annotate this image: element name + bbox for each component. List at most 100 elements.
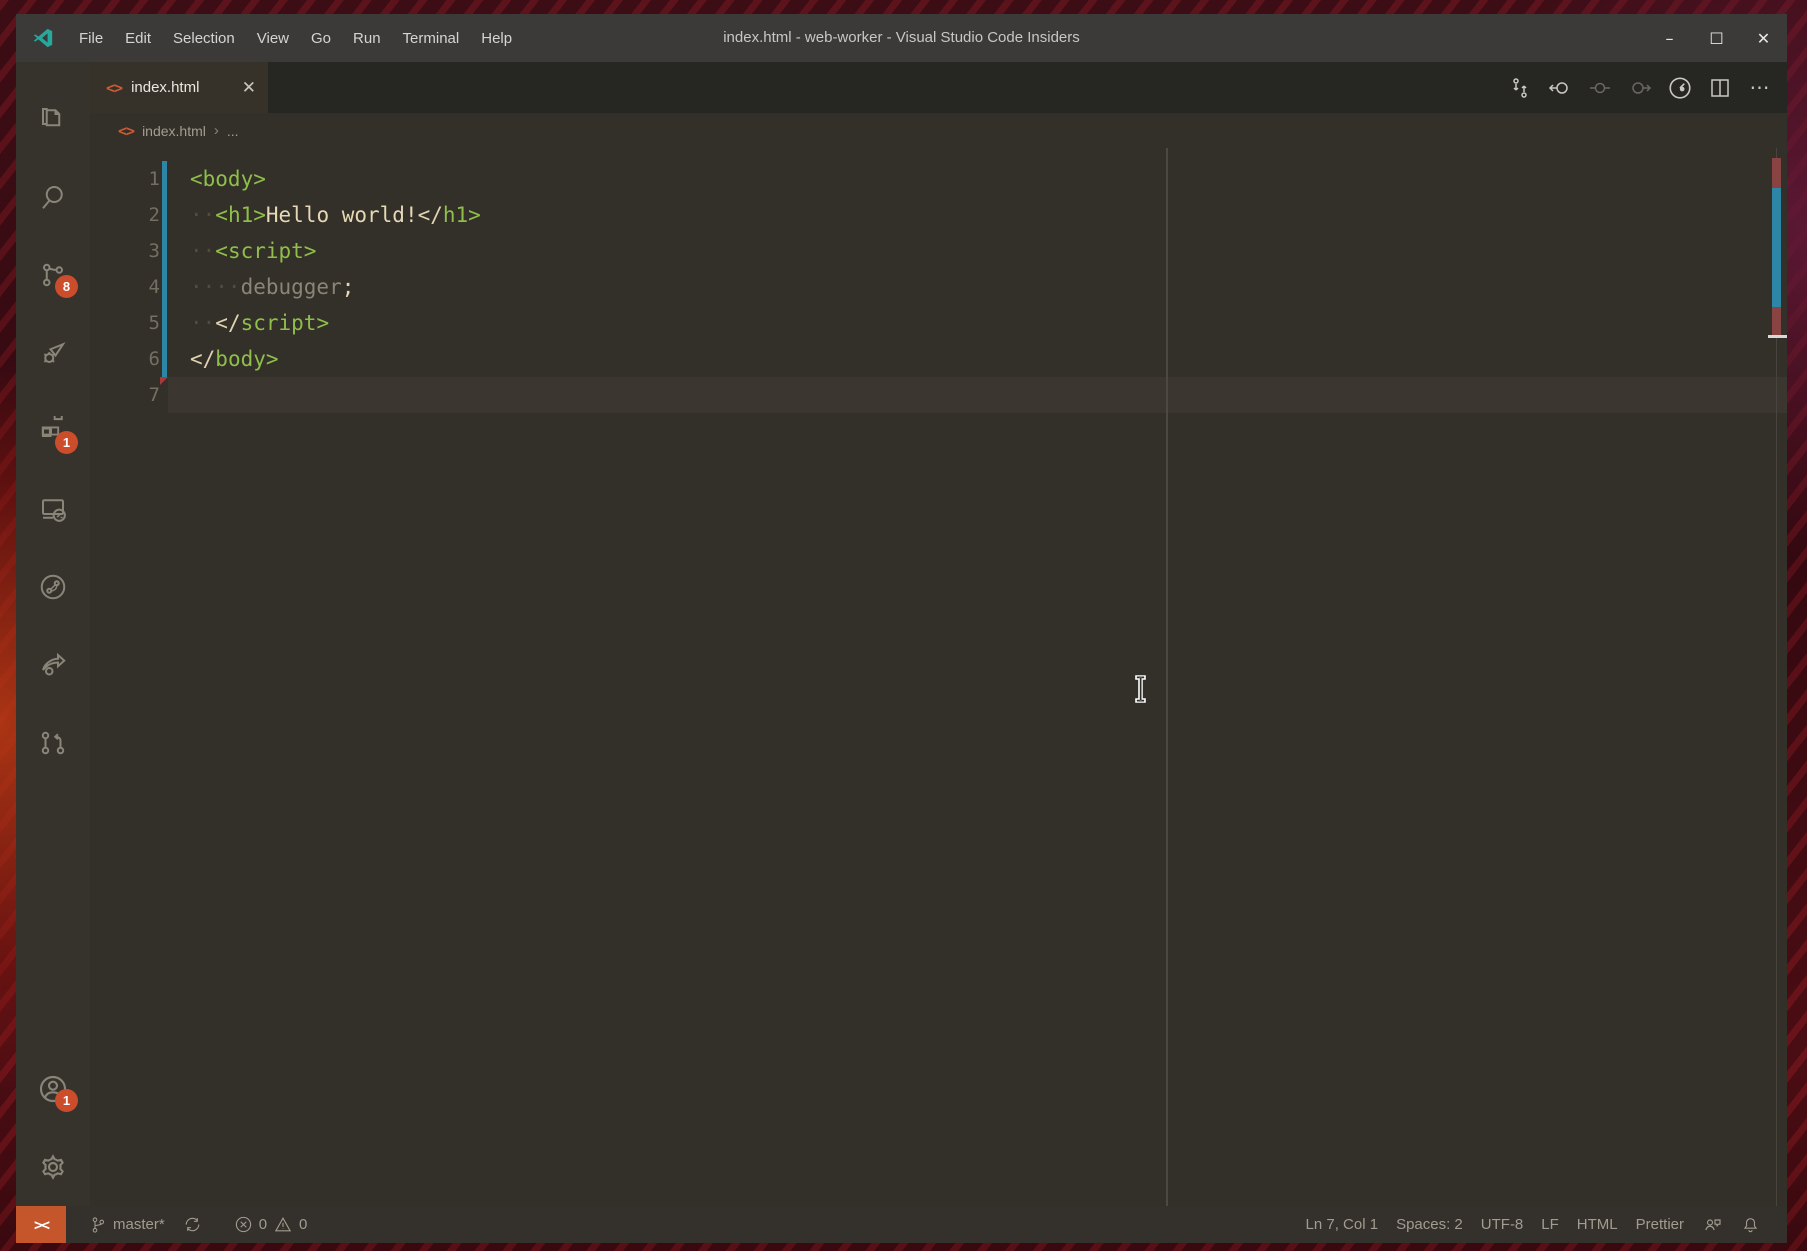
extensions-badge: 1 (55, 431, 78, 454)
status-prettier[interactable]: Prettier (1627, 1206, 1693, 1243)
feedback-icon (1702, 1215, 1723, 1235)
settings-gear-icon[interactable] (16, 1128, 90, 1206)
line-number: 4 (90, 269, 160, 305)
menu-terminal[interactable]: Terminal (392, 24, 471, 53)
overview-deleted-marker (1772, 307, 1781, 335)
status-html[interactable]: HTML (1568, 1206, 1627, 1243)
menu-go[interactable]: Go (300, 24, 342, 53)
feedback-icon-item[interactable] (1693, 1206, 1732, 1243)
tab-close-icon[interactable]: ✕ (242, 78, 256, 98)
status-ln-7-col-1[interactable]: Ln 7, Col 1 (1297, 1206, 1388, 1243)
status-bar: >< master* 0 0 Ln (16, 1206, 1787, 1243)
status-spaces-2[interactable]: Spaces: 2 (1387, 1206, 1472, 1243)
overview-deleted-marker (1772, 158, 1781, 188)
code-editor[interactable]: 1<body>2··<h1>Hello world!</h1>3··<scrip… (90, 148, 1787, 1206)
status-lf[interactable]: LF (1532, 1206, 1568, 1243)
vscode-insiders-logo (32, 27, 54, 49)
window-controls: – ☐ ✕ (1646, 14, 1787, 62)
tab-bar: <> index.html ✕ (90, 62, 1787, 113)
git-graph-icon[interactable] (16, 548, 90, 626)
minimize-button[interactable]: – (1646, 14, 1693, 62)
chevron-right-icon: › (214, 122, 219, 139)
title-bar: FileEditSelectionViewGoRunTerminalHelp i… (16, 14, 1787, 62)
column-ruler (1166, 148, 1168, 1206)
warning-icon (273, 1215, 293, 1234)
line-number: 2 (90, 197, 160, 233)
overview-modified-marker (1772, 188, 1781, 307)
extensions-icon[interactable]: 1 (16, 392, 90, 470)
menu-run[interactable]: Run (342, 24, 392, 53)
overview-ruler[interactable] (1768, 148, 1787, 1206)
code-line[interactable]: 5··</script> (90, 305, 1787, 341)
git-branch-status[interactable]: master* (80, 1206, 174, 1243)
mouse-ibeam-cursor (1132, 674, 1150, 704)
line-text: ··<h1>Hello world!</h1> (160, 197, 481, 233)
code-line[interactable]: 1<body> (90, 161, 1787, 197)
menu-help[interactable]: Help (470, 24, 523, 53)
remote-explorer-icon[interactable] (16, 470, 90, 548)
html-file-icon: <> (118, 122, 134, 140)
remote-glyph-icon: >< (34, 1216, 48, 1234)
open-changes-icon[interactable] (1507, 75, 1533, 101)
more-actions-icon[interactable]: ⋯ (1747, 75, 1773, 101)
source-control-badge: 8 (55, 275, 78, 298)
code-lines: 1<body>2··<h1>Hello world!</h1>3··<scrip… (90, 161, 1787, 413)
search-icon[interactable] (16, 158, 90, 236)
line-text: </body> (160, 341, 279, 377)
code-line[interactable]: 7 (90, 377, 1787, 413)
window-title: index.html - web-worker - Visual Studio … (723, 14, 1080, 62)
code-line[interactable]: 2··<h1>Hello world!</h1> (90, 197, 1787, 233)
gutter-modified-indicator (162, 161, 167, 377)
split-editor-icon[interactable] (1707, 75, 1733, 101)
account-icon[interactable]: 1 (16, 1050, 90, 1128)
notifications-bell[interactable] (1732, 1206, 1769, 1243)
status-bar-right: Ln 7, Col 1Spaces: 2UTF-8LFHTMLPrettier (1297, 1206, 1787, 1243)
sync-changes-button[interactable] (174, 1206, 211, 1243)
code-line[interactable]: 6</body> (90, 341, 1787, 377)
error-icon (234, 1215, 253, 1234)
account-badge: 1 (55, 1089, 78, 1112)
navigate-forward-icon[interactable] (1627, 75, 1653, 101)
pull-request-icon[interactable] (16, 704, 90, 782)
menu-view[interactable]: View (246, 24, 300, 53)
gutter-deleted-indicator (160, 377, 168, 385)
sync-icon (183, 1215, 202, 1234)
branch-name: master* (113, 1216, 165, 1233)
run-debug-icon[interactable] (16, 314, 90, 392)
breadcrumb-symbol[interactable]: ... (227, 123, 239, 139)
line-number: 5 (90, 305, 160, 341)
line-text: ··</script> (160, 305, 329, 341)
live-share-icon[interactable] (16, 626, 90, 704)
bell-icon (1741, 1215, 1760, 1235)
explorer-icon[interactable] (16, 80, 90, 158)
menu-file[interactable]: File (68, 24, 114, 53)
navigate-back-icon[interactable] (1547, 75, 1573, 101)
maximize-button[interactable]: ☐ (1693, 14, 1740, 62)
line-number: 7 (90, 377, 160, 413)
line-text: ··<script> (160, 233, 316, 269)
source-control-icon[interactable]: 8 (16, 236, 90, 314)
code-line[interactable]: 4····debugger; (90, 269, 1787, 305)
breadcrumb: <> index.html › ... (90, 113, 1787, 148)
vscode-window: FileEditSelectionViewGoRunTerminalHelp i… (16, 14, 1787, 1243)
line-number: 6 (90, 341, 160, 377)
remote-indicator[interactable]: >< (16, 1206, 66, 1243)
current-location-icon[interactable] (1587, 75, 1613, 101)
menu-selection[interactable]: Selection (162, 24, 246, 53)
close-button[interactable]: ✕ (1740, 14, 1787, 62)
branch-icon (89, 1215, 107, 1235)
menu-bar: FileEditSelectionViewGoRunTerminalHelp (68, 24, 523, 53)
line-number: 3 (90, 233, 160, 269)
breadcrumb-file[interactable]: index.html (142, 123, 206, 139)
line-text: <body> (160, 161, 266, 197)
error-count: 0 (259, 1216, 267, 1233)
menu-edit[interactable]: Edit (114, 24, 162, 53)
timeline-icon[interactable] (1667, 75, 1693, 101)
html-file-icon: <> (106, 79, 122, 97)
problems-status[interactable]: 0 0 (225, 1206, 317, 1243)
code-line[interactable]: 3··<script> (90, 233, 1787, 269)
warning-count: 0 (299, 1216, 307, 1233)
tab-index-html[interactable]: <> index.html ✕ (90, 62, 268, 113)
status-utf-8[interactable]: UTF-8 (1472, 1206, 1533, 1243)
line-text: ····debugger; (160, 269, 354, 305)
